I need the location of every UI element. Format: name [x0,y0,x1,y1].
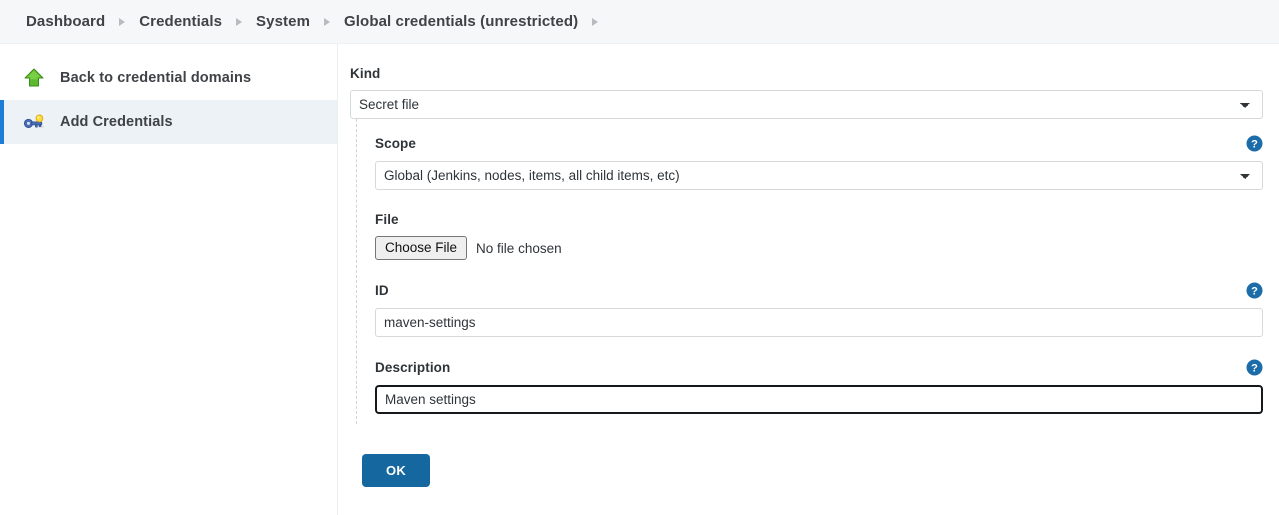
file-input[interactable]: Choose File No file chosen [375,236,1263,260]
sidebar-item-add-credentials[interactable]: Add Credentials [0,100,337,144]
file-status-text: No file chosen [476,240,562,256]
breadcrumb-global-credentials[interactable]: Global credentials (unrestricted) [344,13,578,30]
file-label: File [375,212,399,227]
breadcrumb-dashboard[interactable]: Dashboard [26,13,105,30]
breadcrumb-system[interactable]: System [256,13,310,30]
help-icon[interactable]: ? [1246,135,1263,152]
description-label: Description [375,360,451,375]
key-icon [22,110,46,134]
svg-text:?: ? [1251,362,1258,374]
field-id: ID ? [375,282,1263,337]
help-icon[interactable]: ? [1246,282,1263,299]
id-label: ID [375,283,389,298]
page-body: Back to credential domains Add Credentia… [0,44,1279,515]
breadcrumb: Dashboard Credentials System Global cred… [0,0,1279,44]
kind-subform: Scope ? Global (Jenkins, nodes, items, a… [356,119,1263,424]
description-input[interactable] [375,385,1263,414]
chevron-right-icon [236,17,243,26]
ok-button[interactable]: OK [362,454,431,487]
chevron-right-icon [324,17,331,26]
green-up-arrow-icon [22,66,46,90]
form-actions: OK [350,424,1263,487]
id-input[interactable] [375,308,1263,337]
kind-label: Kind [350,66,381,81]
sidebar-item-label: Add Credentials [60,114,173,130]
sidebar: Back to credential domains Add Credentia… [0,44,338,515]
kind-select[interactable]: Secret file [350,90,1263,119]
credentials-form: Kind Secret file Scope ? Global (Jenkins… [338,44,1279,515]
sidebar-item-back-to-credential-domains[interactable]: Back to credential domains [0,56,337,100]
choose-file-button[interactable]: Choose File [375,236,468,260]
svg-text:?: ? [1251,138,1258,150]
help-icon[interactable]: ? [1246,359,1263,376]
svg-text:?: ? [1251,285,1258,297]
field-description: Description ? [375,359,1263,414]
scope-select[interactable]: Global (Jenkins, nodes, items, all child… [375,161,1263,190]
chevron-right-icon [119,17,126,26]
scope-label: Scope [375,136,417,151]
field-file: File Choose File No file chosen [375,212,1263,260]
sidebar-item-label: Back to credential domains [60,70,252,86]
field-kind: Kind Secret file [350,66,1263,119]
field-scope: Scope ? Global (Jenkins, nodes, items, a… [375,135,1263,190]
chevron-right-icon [592,17,599,26]
breadcrumb-credentials[interactable]: Credentials [139,13,222,30]
